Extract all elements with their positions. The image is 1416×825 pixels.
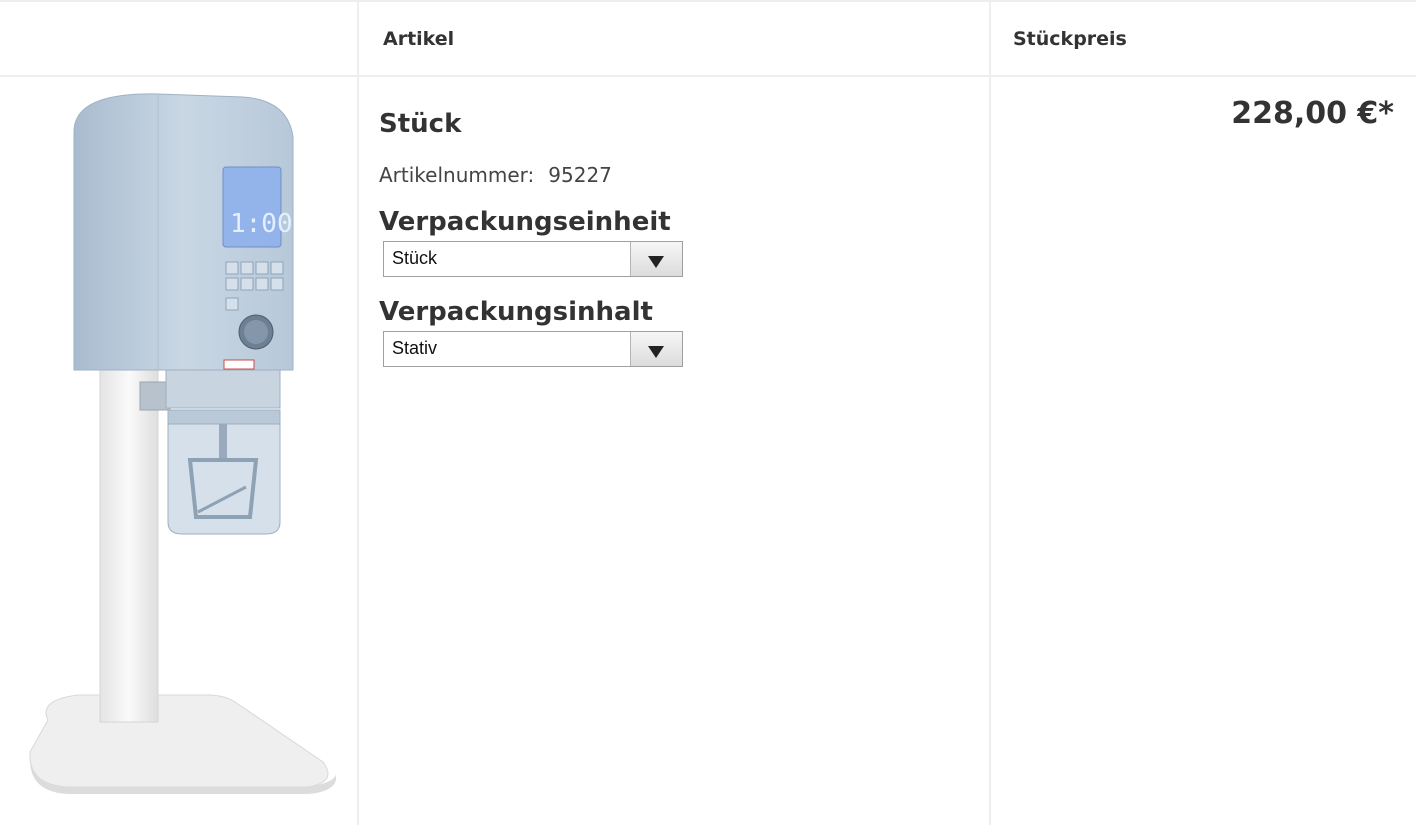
product-title[interactable]: Stück [379, 109, 969, 139]
chevron-down-icon[interactable] [630, 332, 682, 366]
cart-table: Artikel Stückpreis 1:00 Stück Artikelnum… [0, 0, 1416, 825]
verpackungseinheit-selected: Stück [392, 248, 438, 268]
row-divider [0, 75, 1416, 77]
option-label-verpackungsinhalt: Verpackungsinhalt [379, 297, 653, 327]
article-cell: Stück Artikelnummer: 95227 Verpackungsein… [379, 106, 969, 367]
column-divider [989, 0, 991, 825]
column-header-artikel: Artikel [383, 28, 455, 50]
column-header-stueckpreis: Stückpreis [1013, 28, 1127, 50]
product-number: Artikelnummer: 95227 [379, 163, 969, 187]
verpackungsinhalt-selected: Stativ [392, 338, 438, 358]
column-divider [357, 0, 359, 825]
product-number-value: 95227 [548, 163, 612, 187]
device-display-text: 1:00 [230, 209, 293, 239]
row-divider [0, 0, 1416, 2]
verpackungsinhalt-select[interactable]: Stativ [383, 331, 683, 367]
product-image[interactable]: 1:00 [18, 92, 343, 795]
unit-price: 228,00 €* [1231, 96, 1394, 131]
option-label-verpackungseinheit: Verpackungseinheit [379, 207, 671, 237]
product-number-label: Artikelnummer: [379, 163, 535, 187]
verpackungseinheit-select[interactable]: Stück [383, 241, 683, 277]
chevron-down-icon[interactable] [630, 242, 682, 276]
